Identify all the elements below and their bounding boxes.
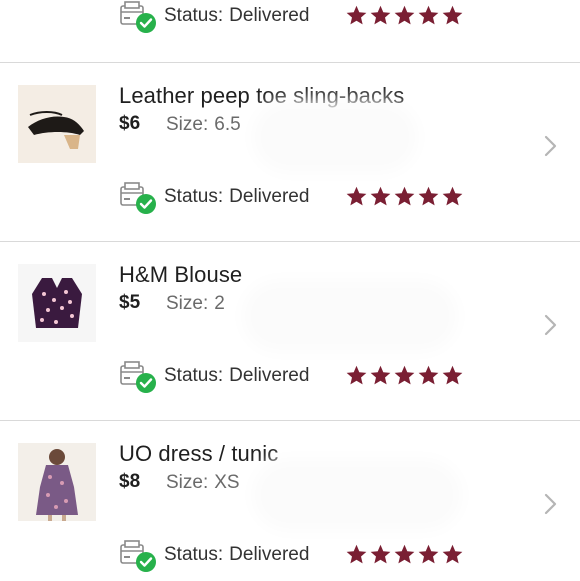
status-row: Status: Delivered bbox=[119, 360, 559, 394]
star-icon bbox=[394, 365, 415, 385]
star-icon bbox=[418, 5, 439, 25]
status-label: Status: bbox=[164, 544, 224, 565]
item-thumbnail bbox=[18, 85, 96, 163]
star-icon bbox=[370, 365, 391, 385]
list-item[interactable]: UO dress / tunic $8 Size: XS Status: Deliv… bbox=[0, 421, 580, 581]
star-icon bbox=[442, 186, 463, 206]
chevron-right-icon[interactable] bbox=[538, 312, 562, 338]
item-price: $5 bbox=[119, 292, 141, 313]
size-value: XS bbox=[214, 472, 240, 493]
status-row: Status: Delivered bbox=[119, 181, 559, 215]
size-label: Size: bbox=[166, 114, 209, 135]
item-title: Leather peep toe sling-backs bbox=[119, 83, 405, 108]
star-icon bbox=[370, 544, 391, 564]
rating-stars bbox=[345, 543, 464, 567]
status-row: Status: Delivered bbox=[119, 0, 559, 34]
item-title: H&M Blouse bbox=[119, 262, 243, 287]
item-size: Size: XS bbox=[166, 472, 240, 494]
list-item[interactable]: Leather peep toe sling-backs $6 Size: 6.5… bbox=[0, 63, 580, 242]
status-text: Status: Delivered bbox=[164, 186, 309, 208]
status-value: Delivered bbox=[229, 365, 310, 386]
star-icon bbox=[418, 365, 439, 385]
status-value: Delivered bbox=[229, 544, 310, 565]
status-text: Status: Delivered bbox=[164, 5, 309, 27]
list-item-partial[interactable]: Status: Delivered bbox=[0, 0, 580, 63]
star-icon bbox=[394, 186, 415, 206]
item-title: UO dress / tunic bbox=[119, 441, 279, 466]
package-delivered-icon bbox=[120, 182, 156, 214]
list-item[interactable]: H&M Blouse $5 Size: 2 Status: Delivered bbox=[0, 242, 580, 421]
rating-stars bbox=[345, 4, 464, 28]
star-icon bbox=[394, 544, 415, 564]
size-label: Size: bbox=[166, 293, 209, 314]
package-delivered-icon bbox=[120, 540, 156, 572]
redacted-area bbox=[262, 469, 452, 521]
item-price: $6 bbox=[119, 113, 141, 134]
package-delivered-icon bbox=[120, 1, 156, 33]
status-label: Status: bbox=[164, 365, 224, 386]
status-text: Status: Delivered bbox=[164, 544, 309, 566]
star-icon bbox=[442, 365, 463, 385]
order-list: Status: Delivered Leather peep toe sling-… bbox=[0, 0, 580, 581]
package-delivered-icon bbox=[120, 361, 156, 393]
star-icon bbox=[370, 5, 391, 25]
star-icon bbox=[346, 544, 367, 564]
size-value: 6.5 bbox=[214, 114, 241, 135]
chevron-right-icon[interactable] bbox=[538, 491, 562, 517]
star-icon bbox=[346, 365, 367, 385]
status-label: Status: bbox=[164, 5, 224, 26]
size-label: Size: bbox=[166, 472, 209, 493]
status-value: Delivered bbox=[229, 186, 310, 207]
star-icon bbox=[442, 544, 463, 564]
chevron-right-icon[interactable] bbox=[538, 133, 562, 159]
star-icon bbox=[370, 186, 391, 206]
size-value: 2 bbox=[214, 293, 225, 314]
item-size: Size: 2 bbox=[166, 293, 225, 315]
redacted-area bbox=[262, 111, 408, 163]
item-size: Size: 6.5 bbox=[166, 114, 241, 136]
status-text: Status: Delivered bbox=[164, 365, 309, 387]
star-icon bbox=[442, 5, 463, 25]
star-icon bbox=[394, 5, 415, 25]
item-thumbnail bbox=[18, 443, 96, 521]
star-icon bbox=[418, 186, 439, 206]
rating-stars bbox=[345, 185, 464, 209]
item-price: $8 bbox=[119, 471, 141, 492]
redacted-area bbox=[252, 290, 448, 342]
rating-stars bbox=[345, 364, 464, 388]
status-value: Delivered bbox=[229, 5, 310, 26]
status-label: Status: bbox=[164, 186, 224, 207]
status-row: Status: Delivered bbox=[119, 539, 559, 573]
star-icon bbox=[418, 544, 439, 564]
star-icon bbox=[346, 5, 367, 25]
item-thumbnail bbox=[18, 264, 96, 342]
star-icon bbox=[346, 186, 367, 206]
